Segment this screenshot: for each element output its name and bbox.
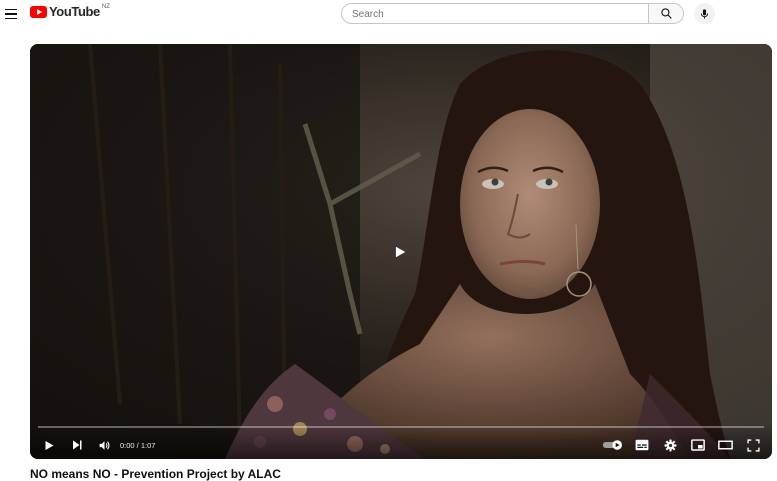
time-display: 0:00 / 1:07 (120, 441, 156, 450)
masthead: YouTube NZ (0, 0, 777, 30)
logo-wordmark: YouTube (49, 4, 100, 19)
progress-bar[interactable] (38, 426, 764, 428)
theater-mode-button[interactable] (716, 436, 734, 454)
fullscreen-button[interactable] (744, 436, 762, 454)
settings-button[interactable] (661, 436, 679, 454)
fullscreen-icon (746, 438, 760, 452)
miniplayer-icon (691, 439, 705, 451)
subtitles-button[interactable] (633, 436, 651, 454)
video-title: NO means NO - Prevention Project by ALAC (30, 467, 281, 481)
youtube-play-logo-icon (30, 6, 47, 18)
settings-gear-icon (664, 439, 676, 451)
video-player[interactable]: 0:00 / 1:07 (30, 44, 772, 459)
voice-search-button[interactable] (694, 3, 715, 24)
autoplay-toggle-icon (602, 440, 622, 450)
country-code: NZ (101, 4, 110, 10)
play-icon (395, 246, 406, 258)
play-button[interactable] (40, 436, 58, 454)
youtube-logo[interactable]: YouTube NZ (30, 4, 110, 19)
play-icon (45, 440, 54, 450)
search-icon (660, 8, 672, 19)
autoplay-toggle[interactable] (602, 436, 624, 454)
volume-button[interactable] (95, 436, 113, 454)
search-button[interactable] (648, 3, 684, 24)
next-icon (73, 440, 82, 450)
microphone-icon (700, 8, 709, 19)
center-play-button[interactable] (385, 237, 415, 267)
search-input[interactable] (350, 4, 644, 25)
player-controls: 0:00 / 1:07 (30, 424, 772, 459)
search-box (341, 3, 649, 25)
next-button[interactable] (68, 436, 86, 454)
subtitles-icon (635, 439, 649, 451)
volume-icon (99, 440, 110, 450)
miniplayer-button[interactable] (689, 436, 707, 454)
theater-mode-icon (717, 440, 733, 450)
hamburger-menu-icon[interactable] (2, 5, 20, 23)
